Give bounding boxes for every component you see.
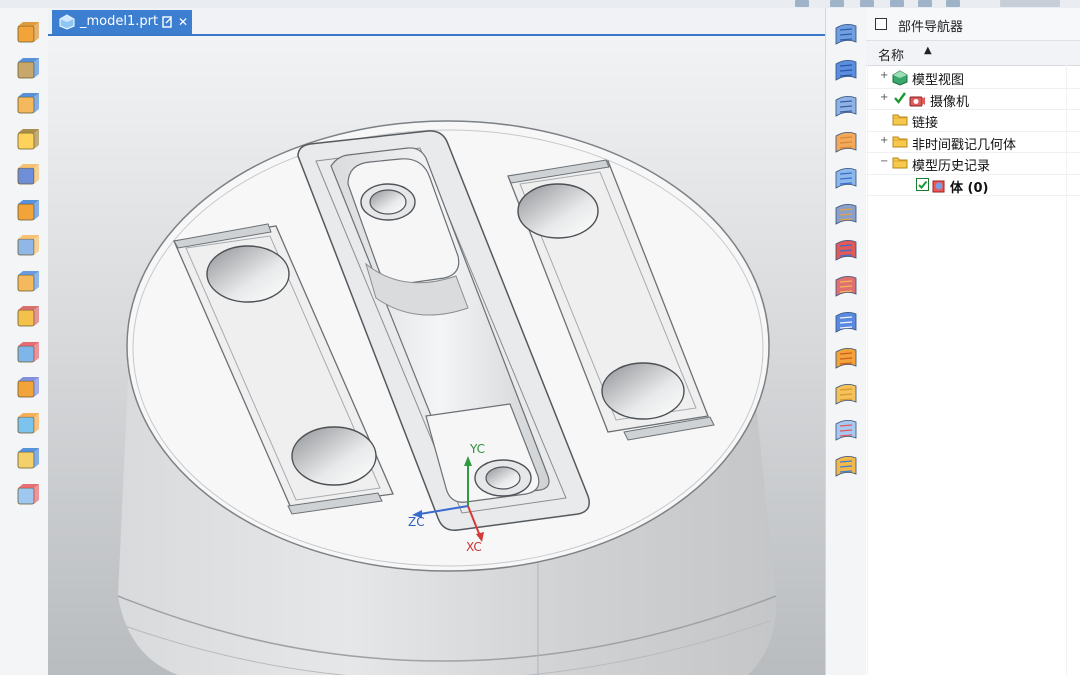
cone-icon[interactable] [14,269,40,295]
pattern-icon[interactable] [832,128,860,156]
part-file-icon [59,14,75,30]
view-icon[interactable] [946,0,960,7]
hole-icon[interactable] [14,91,40,117]
column-name-label: 名称 [878,49,905,64]
nav-item-3[interactable]: 链接 [866,109,1080,131]
column-header-name[interactable]: 名称 ▲ [866,41,1080,66]
surface-icon[interactable] [832,20,860,48]
split-icon[interactable] [832,308,860,336]
revolve-icon[interactable] [14,56,40,82]
expand-icon[interactable]: + [880,135,888,145]
sort-ascending-icon[interactable]: ▲ [924,45,932,56]
rotate-icon[interactable] [860,0,874,7]
folder-icon [892,113,908,126]
fillet-icon[interactable] [832,344,860,372]
model-views-icon [892,70,908,86]
model-render: YC ZC XC [48,36,825,675]
document-tab-title: _model1.prt [80,14,159,29]
sweep-icon[interactable] [14,304,40,330]
block-icon[interactable] [14,198,40,224]
graphics-viewport[interactable]: YC ZC XC [48,36,825,675]
navigator-checkbox[interactable] [875,18,887,30]
close-tab-icon[interactable]: ✕ [178,10,188,34]
hole-right-top [517,183,599,239]
check-icon[interactable] [894,91,906,109]
nav-item-1[interactable]: + 模型视图 [866,66,1080,88]
slot-hole-top [369,189,407,215]
slot-hole-bottom [485,466,521,490]
nav-item-label: 体 (0) [950,180,989,196]
nav-item-label: 模型历史记录 [912,159,991,174]
hole-right-bottom [601,362,685,420]
hole-left-bottom [291,426,377,486]
camera-icon [908,92,925,106]
nav-item-4[interactable]: + 非时间戳记几何体 [866,131,1080,153]
unite-icon[interactable] [832,452,860,480]
pan-icon[interactable] [890,0,904,7]
chamfer-icon[interactable] [14,375,40,401]
part-navigator: 部件导航器 名称 ▲ + 模型视图 + 摄像机链接 + 非时间戳记几何体 − 模型历史记录体 … [866,8,1080,675]
edge-blend-icon[interactable] [14,340,40,366]
nav-item-label: 链接 [912,116,939,131]
expand-icon[interactable]: + [880,92,888,102]
shell-icon[interactable] [14,411,40,437]
flange-icon[interactable] [832,380,860,408]
mirror-icon[interactable] [832,236,860,264]
document-tab-strip: _model1.prt ✕ [48,8,825,36]
body-icon [930,178,946,192]
document-tab[interactable]: _model1.prt ✕ [52,10,192,34]
grid-surface-icon[interactable] [832,56,860,84]
draft-icon[interactable] [14,446,40,472]
boss-icon[interactable] [14,127,40,153]
navigator-header: 部件导航器 [866,8,1080,41]
xc-label: XC [466,540,482,554]
command-finder[interactable] [1000,0,1060,7]
thread-icon[interactable] [832,200,860,228]
folder-icon [892,156,908,169]
left-toolbar [0,8,49,675]
hole-left-top [206,245,290,303]
select-icon[interactable] [795,0,809,7]
zc-label: ZC [408,515,425,529]
nav-item-5[interactable]: − 模型历史记录 [866,152,1080,175]
navigator-title: 部件导航器 [898,20,964,35]
nav-item-label: 摄像机 [930,94,970,110]
scale-icon[interactable] [832,416,860,444]
tube-icon[interactable] [832,164,860,192]
expand-icon[interactable]: + [880,71,888,81]
offset-face-icon[interactable] [832,92,860,120]
extrude-icon[interactable] [14,20,40,46]
yc-label: YC [469,442,485,456]
collapse-icon[interactable]: − [880,157,888,167]
emboss-icon[interactable] [832,272,860,300]
nav-item-label: 模型视图 [912,73,965,88]
trim-icon[interactable] [14,482,40,508]
nav-item-2[interactable]: + 摄像机 [866,88,1080,110]
nav-item-label: 非时间戳记几何体 [912,137,1017,153]
zoom-icon[interactable] [918,0,932,7]
modified-icon [162,16,172,28]
checkbox-checked-icon[interactable] [916,177,929,191]
cylinder-icon[interactable] [14,233,40,259]
right-toolbar [825,8,867,675]
pad-icon[interactable] [14,162,40,188]
folder-icon [892,135,908,148]
row-divider [866,195,1080,196]
nav-item-6[interactable]: 体 (0) [866,174,1080,196]
snap-icon[interactable] [830,0,844,7]
